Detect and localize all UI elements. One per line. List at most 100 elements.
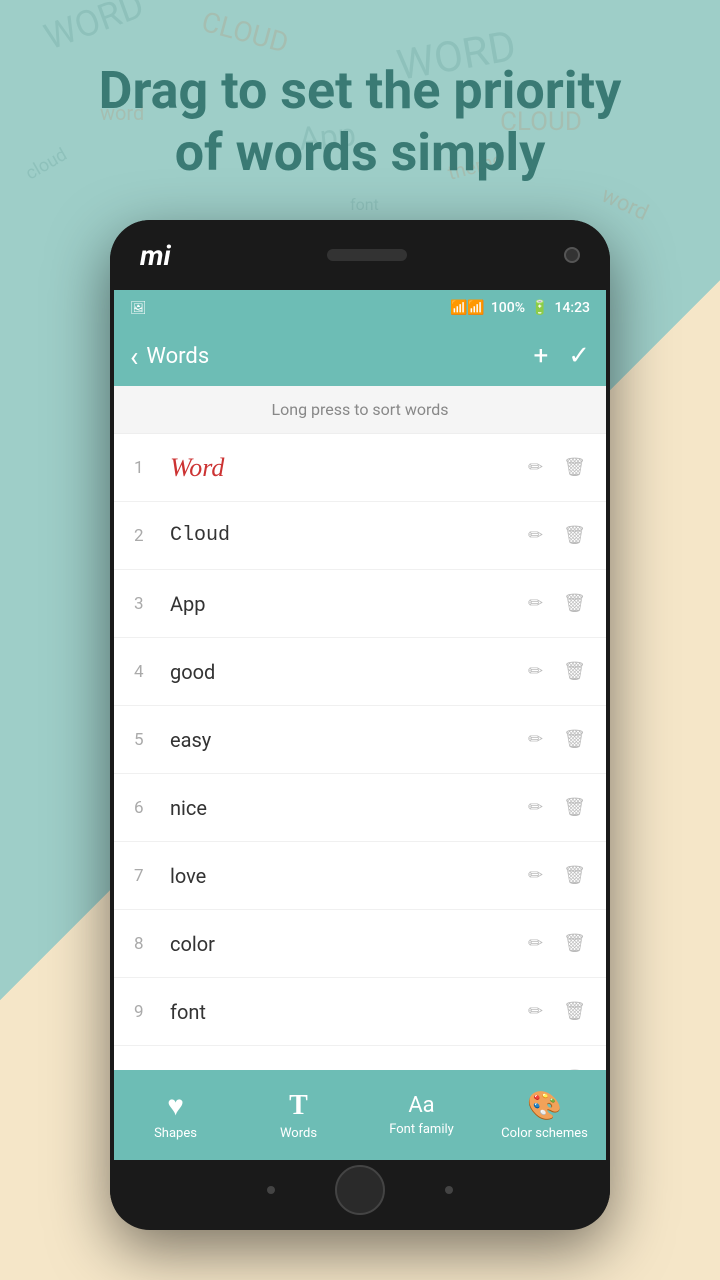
delete-button[interactable]: 🗑 xyxy=(563,797,586,818)
word-actions: ✏ 🗑 xyxy=(528,661,586,682)
word-text: nice xyxy=(170,796,528,820)
word-actions: ✏ 🗑 xyxy=(528,933,586,954)
delete-button[interactable]: 🗑 xyxy=(563,1001,586,1022)
notification-icon: 🖼 xyxy=(130,301,147,316)
word-text: Word xyxy=(170,453,528,483)
word-number: 8 xyxy=(134,934,170,954)
font-family-label: Font family xyxy=(389,1122,454,1137)
list-item: 6 nice ✏ 🗑 xyxy=(114,774,606,842)
status-bar: 🖼 📶📶 100% 🔋 14:23 xyxy=(114,290,606,326)
shapes-label: Shapes xyxy=(154,1126,197,1141)
battery-icon: 🔋 xyxy=(531,300,548,316)
word-actions: ✏ 🗑 xyxy=(528,525,586,546)
back-button[interactable]: ‹ xyxy=(130,340,138,373)
edit-button[interactable]: ✏ xyxy=(528,593,543,614)
list-item: 5 easy ✏ 🗑 xyxy=(114,706,606,774)
delete-button[interactable]: 🗑 xyxy=(563,661,586,682)
word-number: 7 xyxy=(134,866,170,886)
word-actions: ✏ 🗑 xyxy=(528,1001,586,1022)
app-toolbar: ‹ Words + ✓ xyxy=(114,326,606,386)
battery-percent: 100% xyxy=(491,300,525,316)
edit-button[interactable]: ✏ xyxy=(528,865,543,886)
edit-button[interactable]: ✏ xyxy=(528,661,543,682)
phone-bottom-bezel xyxy=(110,1160,610,1220)
word-number: 9 xyxy=(134,1002,170,1022)
hint-text: Long press to sort words xyxy=(271,400,448,419)
word-actions: ✏ 🗑 xyxy=(528,865,586,886)
color-schemes-icon: 🎨 xyxy=(527,1089,562,1122)
delete-button[interactable]: 🗑 xyxy=(563,525,586,546)
tab-color-schemes[interactable]: 🎨 Color schemes xyxy=(483,1079,606,1151)
toolbar-left: ‹ Words xyxy=(130,340,209,373)
word-actions: ✏ 🗑 xyxy=(528,729,586,750)
phone-speaker xyxy=(327,249,407,261)
word-actions: ✏ 🗑 xyxy=(528,457,586,478)
list-item: 10 theme ✏ 🗑 xyxy=(114,1046,606,1070)
list-item: 4 good ✏ 🗑 xyxy=(114,638,606,706)
home-button[interactable] xyxy=(335,1165,385,1215)
tab-words[interactable]: T Words xyxy=(237,1080,360,1151)
phone-device: mi 🖼 📶📶 100% 🔋 14:23 ‹ Words + xyxy=(110,220,610,1230)
word-text: App xyxy=(170,592,528,616)
clock: 14:23 xyxy=(554,300,590,316)
list-item: 7 love ✏ 🗑 xyxy=(114,842,606,910)
font-family-icon: Aa xyxy=(408,1093,434,1118)
words-label: Words xyxy=(280,1126,317,1141)
tab-font-family[interactable]: Aa Font family xyxy=(360,1083,483,1147)
delete-button[interactable]: 🗑 xyxy=(563,457,586,478)
word-text: font xyxy=(170,1000,528,1024)
phone-camera xyxy=(564,247,580,263)
word-number: 4 xyxy=(134,662,170,682)
edit-button[interactable]: ✏ xyxy=(528,933,543,954)
word-text: color xyxy=(170,932,528,956)
hint-bar: Long press to sort words xyxy=(114,386,606,434)
bottom-nav: ♥ Shapes T Words Aa Font family 🎨 Color … xyxy=(114,1070,606,1160)
list-item: 3 App ✏ 🗑 xyxy=(114,570,606,638)
edit-button[interactable]: ✏ xyxy=(528,1001,543,1022)
toolbar-right: + ✓ xyxy=(533,341,590,371)
color-schemes-label: Color schemes xyxy=(501,1126,588,1141)
svg-text:WORD: WORD xyxy=(39,0,150,58)
word-number: 3 xyxy=(134,594,170,614)
word-text: good xyxy=(170,660,528,684)
word-actions: ✏ 🗑 xyxy=(528,593,586,614)
edit-button[interactable]: ✏ xyxy=(528,797,543,818)
list-item: 9 font ✏ 🗑 xyxy=(114,978,606,1046)
words-list: 1 Word ✏ 🗑 2 Cloud ✏ 🗑 3 App xyxy=(114,434,606,1070)
tab-shapes[interactable]: ♥ Shapes xyxy=(114,1079,237,1151)
phone-top-bezel: mi xyxy=(110,220,610,290)
word-number: 6 xyxy=(134,798,170,818)
word-text: easy xyxy=(170,728,528,752)
hero-title: Drag to set the priority of words simply xyxy=(0,60,720,185)
mi-logo: mi xyxy=(140,239,171,272)
status-right-info: 📶📶 100% 🔋 14:23 xyxy=(450,300,590,316)
word-number: 5 xyxy=(134,730,170,750)
status-left-icons: 🖼 xyxy=(130,301,147,316)
add-button[interactable]: + xyxy=(533,341,548,371)
word-actions: ✏ 🗑 xyxy=(528,797,586,818)
nav-dot-back xyxy=(267,1186,275,1194)
signal-icons: 📶📶 xyxy=(450,300,485,316)
shapes-icon: ♥ xyxy=(167,1089,184,1122)
nav-dot-recent xyxy=(445,1186,453,1194)
edit-button[interactable]: ✏ xyxy=(528,457,543,478)
edit-button[interactable]: ✏ xyxy=(528,525,543,546)
delete-button[interactable]: 🗑 xyxy=(563,593,586,614)
word-number: 1 xyxy=(134,458,170,478)
delete-button[interactable]: 🗑 xyxy=(563,729,586,750)
delete-button[interactable]: 🗑 xyxy=(563,865,586,886)
svg-text:font: font xyxy=(350,195,379,214)
list-item: 8 color ✏ 🗑 xyxy=(114,910,606,978)
word-text: love xyxy=(170,864,528,888)
word-text: Cloud xyxy=(170,524,528,547)
toolbar-title: Words xyxy=(146,344,209,369)
svg-text:CLOUD: CLOUD xyxy=(198,5,292,60)
svg-text:cloud: cloud xyxy=(548,19,613,65)
confirm-button[interactable]: ✓ xyxy=(568,341,590,371)
words-icon: T xyxy=(289,1090,308,1122)
delete-button[interactable]: 🗑 xyxy=(563,933,586,954)
word-number: 2 xyxy=(134,526,170,546)
svg-text:word: word xyxy=(597,183,652,226)
list-item: 1 Word ✏ 🗑 xyxy=(114,434,606,502)
edit-button[interactable]: ✏ xyxy=(528,729,543,750)
